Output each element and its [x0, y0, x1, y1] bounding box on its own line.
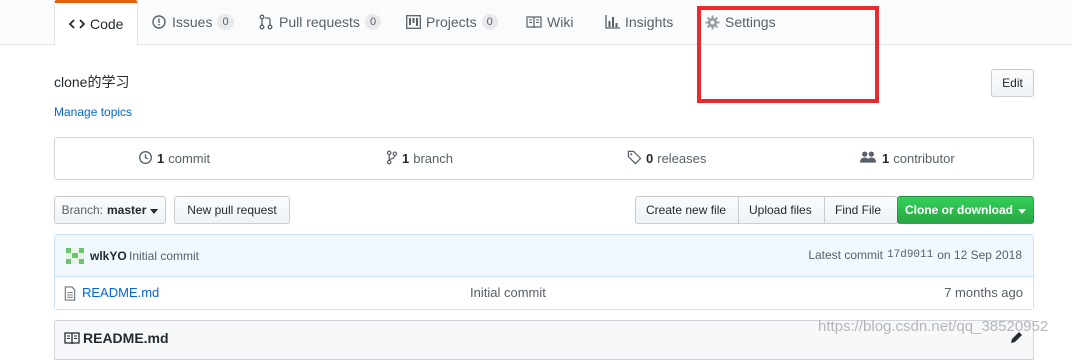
- tab-issues[interactable]: Issues 0: [151, 0, 234, 44]
- tab-issues-label: Issues: [172, 14, 213, 30]
- tab-wiki-label: Wiki: [547, 14, 574, 30]
- branch-name: master: [107, 203, 147, 217]
- summary-releases[interactable]: 0 releases: [627, 138, 706, 179]
- branch-prefix: Branch:: [61, 203, 103, 217]
- tab-wiki[interactable]: Wiki: [526, 0, 573, 44]
- avatar[interactable]: [66, 248, 84, 267]
- project-icon: [405, 14, 421, 30]
- file-actions-group: Create new file Upload files Find File: [635, 196, 898, 224]
- projects-counter: 0: [481, 14, 498, 30]
- branch-select-button[interactable]: Branch: master: [54, 196, 166, 224]
- caret-down-icon: [150, 203, 159, 217]
- contributors-label: contributor: [893, 151, 955, 166]
- latest-commit-bar: wlkYO Initial commit Latest commit 17d90…: [55, 235, 1033, 277]
- caret-down-icon: [1018, 203, 1026, 217]
- tab-insights[interactable]: Insights: [604, 0, 673, 44]
- highlight-box: [697, 6, 879, 103]
- tab-code-label: Code: [90, 16, 124, 32]
- code-icon: [69, 16, 85, 32]
- book-icon: [64, 332, 80, 348]
- commits-label: commit: [168, 151, 211, 166]
- releases-label: releases: [657, 151, 707, 166]
- git-pull-request-icon: [258, 14, 274, 30]
- branches-count: 1: [402, 151, 410, 166]
- tab-projects-label: Projects: [426, 14, 477, 30]
- issues-counter: 0: [217, 14, 234, 30]
- upload-files-button[interactable]: Upload files: [738, 196, 825, 224]
- tag-icon: [627, 150, 642, 168]
- commit-message[interactable]: Initial commit: [129, 249, 199, 263]
- clone-download-button[interactable]: Clone or download: [897, 196, 1034, 224]
- issue-opened-icon: [151, 14, 167, 30]
- file-icon: [64, 286, 76, 304]
- create-new-file-button[interactable]: Create new file: [635, 196, 739, 224]
- commit-tease-table: wlkYO Initial commit Latest commit 17d90…: [54, 234, 1034, 310]
- commit-date: on 12 Sep 2018: [937, 248, 1022, 262]
- tab-projects[interactable]: Projects 0: [405, 0, 498, 44]
- graph-icon: [604, 14, 620, 30]
- tab-insights-label: Insights: [625, 14, 674, 30]
- watermark: https://blog.csdn.net/qq_38520952: [818, 318, 1049, 335]
- find-file-button[interactable]: Find File: [824, 196, 898, 224]
- commits-count: 1: [157, 151, 165, 166]
- history-icon: [138, 150, 153, 168]
- edit-button[interactable]: Edit: [991, 69, 1034, 97]
- tab-pull-requests[interactable]: Pull requests 0: [258, 0, 382, 44]
- git-branch-icon: [386, 150, 398, 168]
- summary-branches[interactable]: 1 branch: [386, 138, 453, 179]
- file-commit-message[interactable]: Initial commit: [470, 285, 546, 300]
- new-pull-request-button[interactable]: New pull request: [174, 196, 290, 224]
- contributors-count: 1: [882, 151, 890, 166]
- tab-code[interactable]: Code: [54, 0, 139, 45]
- releases-count: 0: [646, 151, 654, 166]
- numbers-summary: 1 commit 1 branch 0 releases 1 contribut…: [54, 137, 1034, 180]
- commit-sha[interactable]: 17d9011: [887, 248, 933, 263]
- summary-contributors[interactable]: 1 contributor: [860, 138, 955, 179]
- latest-commit-prefix: Latest commit: [808, 248, 884, 262]
- summary-commits[interactable]: 1 commit: [138, 138, 210, 179]
- table-row: README.md Initial commit 7 months ago: [55, 277, 1033, 309]
- people-icon: [860, 150, 878, 167]
- tab-pull-requests-label: Pull requests: [279, 14, 360, 30]
- file-age: 7 months ago: [944, 285, 1023, 300]
- latest-commit-info: Latest commit 17d9011 on 12 Sep 2018: [808, 248, 1022, 263]
- repo-description: clone的学习: [54, 74, 130, 90]
- manage-topics-link[interactable]: Manage topics: [54, 105, 132, 119]
- pulls-counter: 0: [364, 14, 382, 30]
- commit-author[interactable]: wlkYO: [90, 249, 127, 263]
- file-name-link[interactable]: README.md: [82, 285, 159, 300]
- branches-label: branch: [413, 151, 453, 166]
- repo-nav: Code Issues 0 Pull requests 0 Projects 0…: [0, 0, 1072, 45]
- clone-download-label: Clone or download: [905, 203, 1013, 217]
- book-icon: [526, 14, 542, 30]
